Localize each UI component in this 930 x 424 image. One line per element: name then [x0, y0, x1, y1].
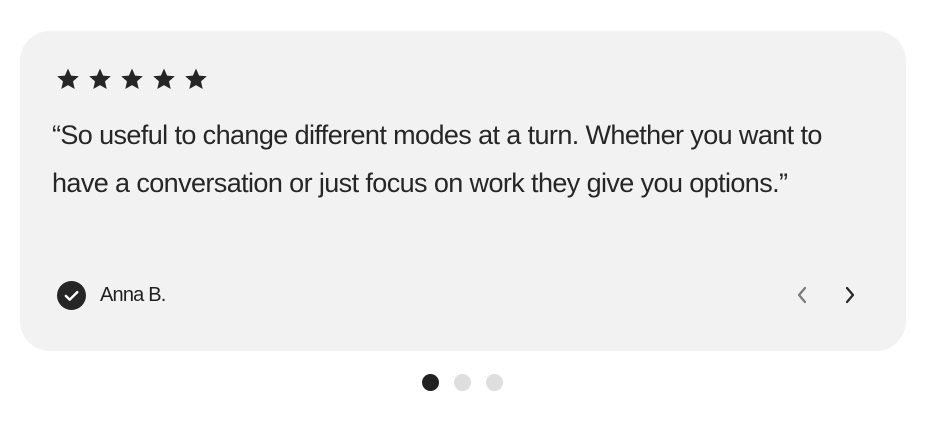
pagination-dot-1[interactable]: [422, 374, 439, 391]
star-icon: [121, 68, 143, 89]
star-rating: [56, 67, 208, 91]
star-icon: [89, 68, 111, 89]
carousel-pagination: [422, 374, 503, 391]
author-info: Anna B.: [57, 281, 166, 310]
star-icon: [153, 68, 175, 89]
star-icon: [185, 68, 207, 89]
testimonial-card: “So useful to change different modes at …: [20, 31, 906, 351]
chevron-right-icon: [845, 286, 855, 304]
previous-button[interactable]: [790, 281, 814, 309]
pagination-dot-3[interactable]: [486, 374, 503, 391]
star-icon: [57, 68, 79, 89]
testimonial-quote: “So useful to change different modes at …: [52, 120, 822, 198]
author-name: Anna B.: [100, 284, 166, 306]
chevron-left-icon: [797, 286, 807, 304]
carousel-navigation: [790, 281, 862, 309]
pagination-dot-2[interactable]: [454, 374, 471, 391]
next-button[interactable]: [838, 281, 862, 309]
check-circle-icon: [57, 281, 86, 310]
